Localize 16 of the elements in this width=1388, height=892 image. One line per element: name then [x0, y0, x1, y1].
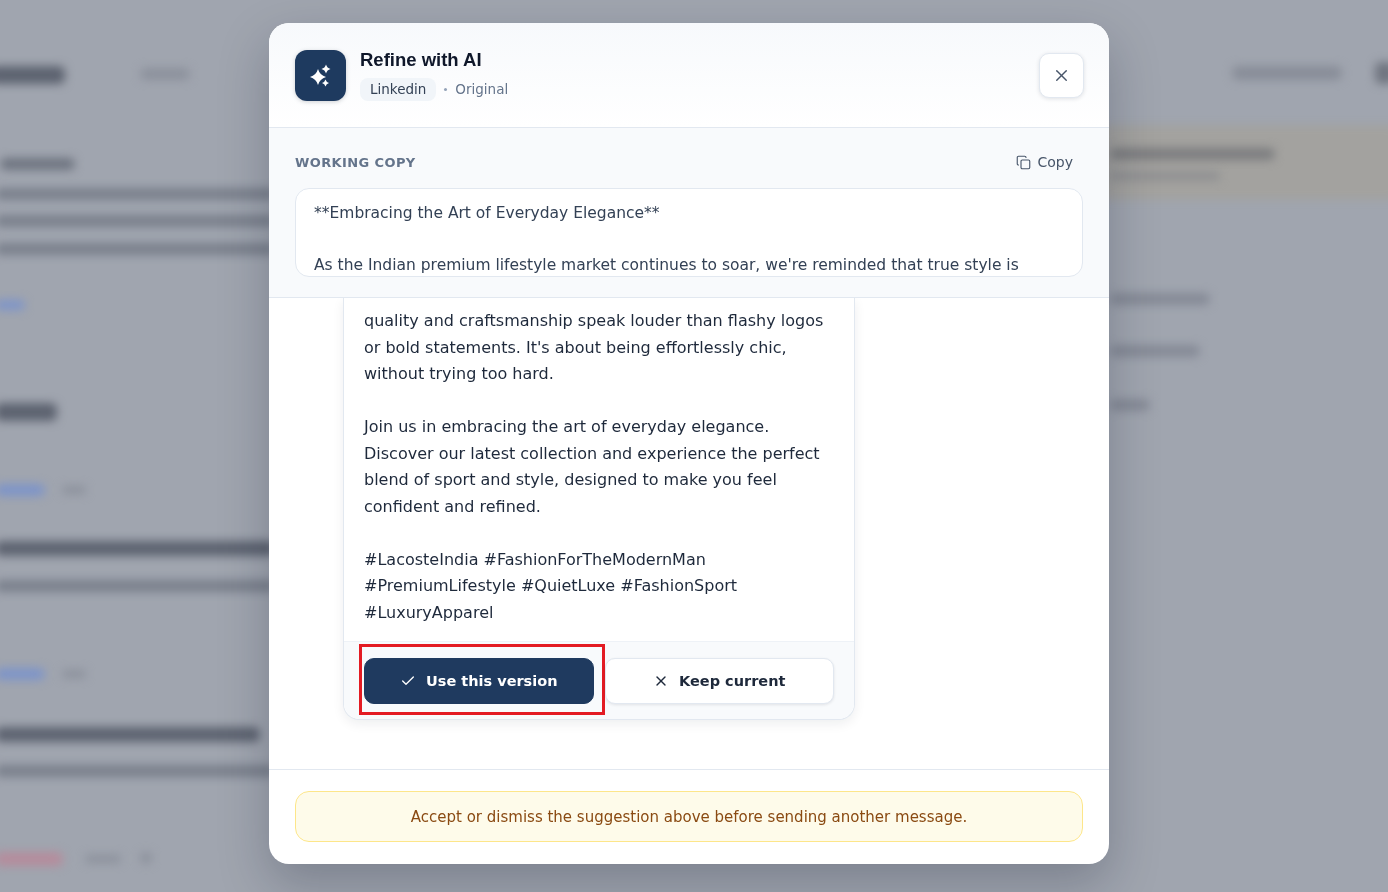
separator-dot-icon — [444, 87, 448, 91]
version-label: Original — [455, 81, 509, 97]
platform-chip: Linkedin — [360, 77, 437, 101]
suggestion-paragraph: #LacosteIndia #FashionForTheModernMan #PremiumLifestyle #QuietLuxe #FashionSport #LuxuryApparel — [364, 548, 739, 624]
suggestion-paragraph: quality and craftsmanship speak louder than flashy logos or bold statements. It's about being effortlessly chic, without trying too hard. — [364, 310, 825, 385]
close-button[interactable] — [1039, 52, 1084, 98]
sparkles-icon — [295, 49, 346, 101]
use-version-button[interactable]: Use this version — [364, 658, 594, 704]
copy-button[interactable]: Copy — [1016, 152, 1083, 172]
notice-banner: Accept or dismiss the suggestion above before sending another message. — [295, 791, 1083, 842]
suggestion-paragraph: Join us in embracing the art of everyday elegance. Discover our latest collection and experience the perfect blend of sport and style, designed to make you feel confident and refined. — [364, 416, 821, 518]
section-label: WORKING COPY — [295, 154, 416, 170]
keep-current-button[interactable]: Keep current — [604, 658, 834, 704]
copy-icon — [1016, 154, 1032, 170]
working-copy-field[interactable]: **Embracing the Art of Everyday Elegance** As the Indian premium lifestyle market continues to soar, we're reminded that true style is — [295, 188, 1083, 277]
dialog-title: Refine with AI — [360, 47, 483, 72]
